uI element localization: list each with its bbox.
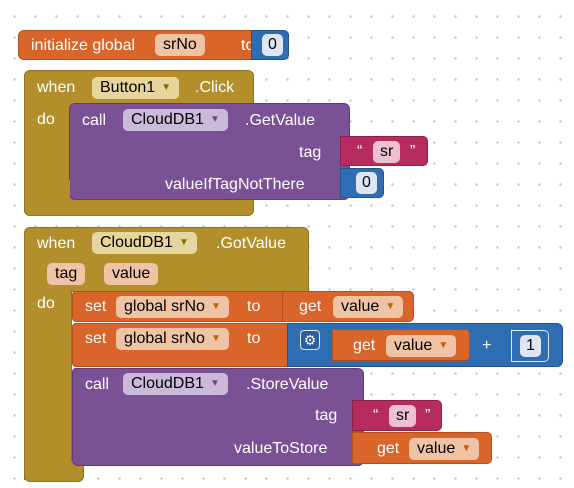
chevron-down-icon: ▼	[211, 333, 221, 344]
tag-socket-label: tag	[299, 144, 322, 161]
get-value-block-3[interactable]: get value ▼	[352, 432, 492, 464]
init-number-field[interactable]: 0	[262, 34, 283, 56]
clouddb1-store-component-dropdown[interactable]: CloudDB1 ▼	[123, 373, 228, 395]
when-label: when	[37, 235, 76, 252]
value-to-store-label: valueToStore	[234, 440, 328, 457]
call-label: call	[82, 112, 107, 129]
quote-close: ”	[410, 143, 416, 160]
when-label: when	[37, 79, 76, 96]
param-tag[interactable]: tag	[47, 263, 86, 285]
chevron-down-icon: ▼	[385, 301, 396, 312]
chevron-down-icon: ▼	[161, 82, 172, 93]
get-label: get	[299, 298, 322, 315]
storevalue-method-label: .StoreValue	[246, 376, 329, 393]
text-sr-field-2[interactable]: sr	[389, 405, 417, 427]
clouddb1-gotvalue-event-block[interactable]: when CloudDB1 ▼ .GotValue tag value	[24, 227, 309, 292]
text-sr-block[interactable]: “ sr ”	[340, 136, 428, 166]
default-number-block[interactable]: 0	[340, 168, 384, 198]
gotvalue-event-label: .GotValue	[216, 235, 286, 252]
call-label: call	[85, 376, 110, 393]
chevron-down-icon: ▼	[210, 114, 220, 125]
get-label: get	[353, 337, 376, 354]
chevron-down-icon: ▼	[461, 443, 472, 454]
set-global-srno-block-1[interactable]: set global srNo ▼ to	[72, 291, 290, 322]
text-sr-field[interactable]: sr	[373, 141, 401, 163]
quote-open: “	[357, 143, 363, 160]
number-one-block[interactable]: 1	[511, 330, 549, 362]
chevron-down-icon: ▼	[179, 237, 189, 248]
value-if-tag-not-there-label: valueIfTagNotThere	[165, 176, 305, 193]
clouddb1-storevalue-block[interactable]: call CloudDB1 ▼ .StoreValue tag valueToS…	[72, 368, 364, 466]
clouddb1-getvalue-block[interactable]: call CloudDB1 ▼ .GetValue tag valueIfTag…	[69, 103, 350, 200]
clouddb1-event-component-dropdown[interactable]: CloudDB1 ▼	[92, 232, 197, 254]
tag-socket-label: tag	[315, 407, 338, 424]
set-global-srno-block-2[interactable]: set global srNo ▼ to	[72, 323, 290, 367]
number-one-field[interactable]: 1	[520, 335, 541, 357]
get-value-block-2[interactable]: get value ▼	[332, 329, 470, 361]
get-var-dropdown-3[interactable]: value ▼	[409, 438, 480, 460]
initialize-global-label: initialize global	[31, 37, 136, 54]
gear-icon[interactable]: ⚙	[300, 330, 320, 350]
set-to-label: to	[247, 330, 261, 347]
get-var-dropdown-2[interactable]: value ▼	[386, 335, 457, 357]
get-value-block-1[interactable]: get value ▼	[282, 291, 414, 322]
default-number-field[interactable]: 0	[356, 172, 377, 194]
chevron-down-icon: ▼	[211, 301, 221, 312]
set-var-dropdown-2[interactable]: global srNo ▼	[116, 328, 229, 350]
global-var-name-field[interactable]: srNo	[155, 34, 205, 56]
quote-open: “	[373, 407, 379, 424]
set-label: set	[85, 298, 107, 315]
set-label: set	[85, 330, 107, 347]
chevron-down-icon: ▼	[210, 378, 220, 389]
text-sr-block-2[interactable]: “ sr ”	[352, 400, 442, 431]
initialize-global-block[interactable]: initialize global srNo to	[18, 30, 263, 60]
do-label: do	[37, 295, 55, 312]
click-event-label: .Click	[195, 79, 235, 96]
clouddb1-component-dropdown[interactable]: CloudDB1 ▼	[123, 109, 228, 131]
set-var-dropdown-1[interactable]: global srNo ▼	[116, 296, 229, 318]
quote-close: ”	[425, 407, 431, 424]
get-label: get	[377, 440, 400, 457]
getvalue-method-label: .GetValue	[245, 112, 315, 129]
get-var-dropdown-1[interactable]: value ▼	[333, 296, 404, 318]
add-operator-label: +	[482, 337, 492, 354]
chevron-down-icon: ▼	[438, 340, 449, 351]
param-value[interactable]: value	[104, 263, 159, 285]
init-number-block[interactable]: 0	[251, 30, 289, 60]
set-to-label: to	[247, 298, 261, 315]
button1-component-dropdown[interactable]: Button1 ▼	[92, 77, 180, 99]
